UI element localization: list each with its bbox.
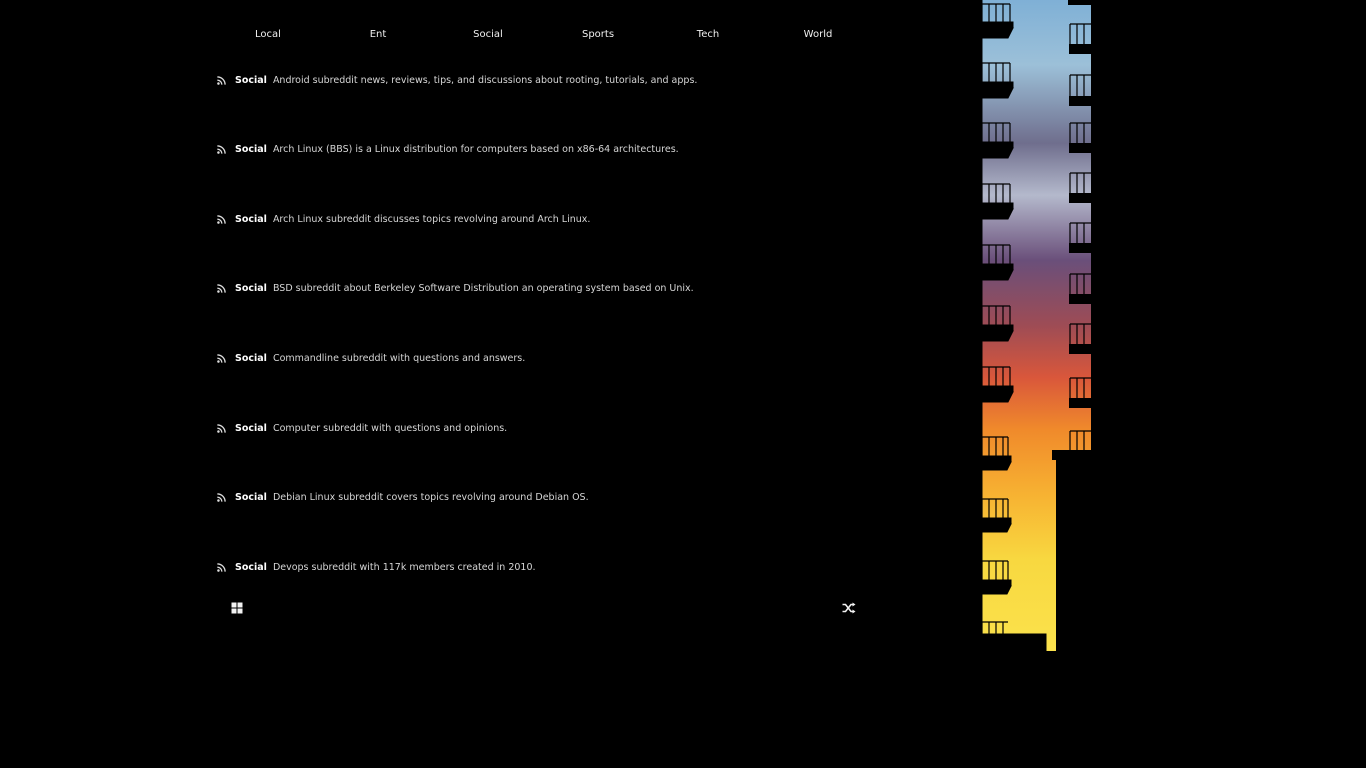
feed-item-text: Arch Linux (BBS) is a Linux distribution… xyxy=(272,143,679,155)
rss-icon xyxy=(217,144,226,154)
tab-sports[interactable]: Sports xyxy=(543,29,653,40)
rss-icon xyxy=(217,423,226,433)
feed-item-category: Social xyxy=(235,352,267,364)
building-silhouette xyxy=(980,0,1095,651)
rss-icon xyxy=(217,353,226,363)
feed-item[interactable]: Social Commandline subreddit with questi… xyxy=(217,351,525,365)
tab-tech[interactable]: Tech xyxy=(653,29,763,40)
feed-item-category: Social xyxy=(235,491,267,503)
feed-item-text: Android subreddit news, reviews, tips, a… xyxy=(272,74,698,86)
feed-item-category: Social xyxy=(235,74,267,86)
tab-social[interactable]: Social xyxy=(433,29,543,40)
rss-icon xyxy=(217,214,226,224)
feed-item-category: Social xyxy=(235,282,267,294)
feed-item[interactable]: Social Computer subreddit with questions… xyxy=(217,421,507,435)
feed-item-category: Social xyxy=(235,143,267,155)
feed-item-text: Arch Linux subreddit discusses topics re… xyxy=(272,213,591,225)
rss-icon xyxy=(217,562,226,572)
feed-item[interactable]: Social Devops subreddit with 117k member… xyxy=(217,560,536,574)
feed-item[interactable]: Social Arch Linux subreddit discusses to… xyxy=(217,212,590,226)
feed-item[interactable]: Social Arch Linux (BBS) is a Linux distr… xyxy=(217,142,679,156)
feed-item-category: Social xyxy=(235,213,267,225)
app-root: Local Ent Social Sports Tech World Socia… xyxy=(0,0,1366,768)
feed-item-category: Social xyxy=(235,561,267,573)
feed-item-text: BSD subreddit about Berkeley Software Di… xyxy=(272,282,694,294)
shuffle-icon[interactable] xyxy=(842,602,856,614)
tab-ent[interactable]: Ent xyxy=(323,29,433,40)
feed-item-text: Commandline subreddit with questions and… xyxy=(272,352,526,364)
feed-item-text: Computer subreddit with questions and op… xyxy=(272,422,508,434)
rss-icon xyxy=(217,75,226,85)
tab-world[interactable]: World xyxy=(763,29,873,40)
feed-item[interactable]: Social BSD subreddit about Berkeley Soft… xyxy=(217,281,694,295)
category-nav: Local Ent Social Sports Tech World xyxy=(213,29,873,43)
feed-item-text: Debian Linux subreddit covers topics rev… xyxy=(272,491,589,503)
feed-item[interactable]: Social Debian Linux subreddit covers top… xyxy=(217,490,589,504)
tab-local[interactable]: Local xyxy=(213,29,323,40)
background-photo xyxy=(980,0,1095,651)
feed-item-text: Devops subreddit with 117k members creat… xyxy=(272,561,536,573)
rss-icon xyxy=(217,283,226,293)
feed-item-category: Social xyxy=(235,422,267,434)
grid-icon[interactable] xyxy=(231,602,243,614)
feed-item[interactable]: Social Android subreddit news, reviews, … xyxy=(217,73,697,87)
rss-icon xyxy=(217,492,226,502)
